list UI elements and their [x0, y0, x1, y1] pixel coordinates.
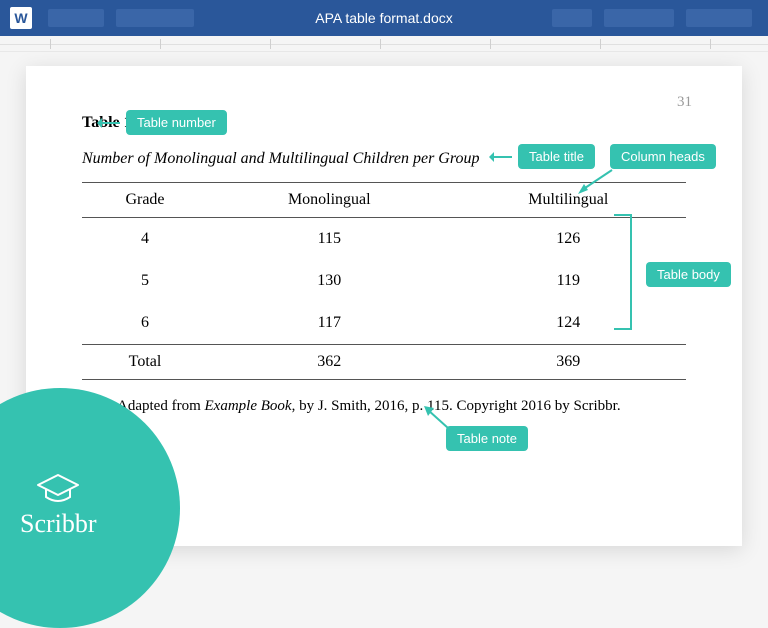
- arrow-icon: [578, 170, 608, 190]
- annotation-table-body: Table body: [646, 262, 731, 287]
- apa-table: Grade Monolingual Multilingual 4 115 126…: [82, 182, 686, 380]
- cell: 124: [451, 302, 686, 345]
- titlebar-button[interactable]: [116, 9, 194, 27]
- cell: 115: [208, 218, 451, 261]
- arrow-icon: [98, 122, 120, 124]
- ruler: [0, 36, 768, 52]
- document-filename: APA table format.docx: [315, 10, 452, 26]
- table-total-row: Total 362 369: [82, 345, 686, 380]
- titlebar-button[interactable]: [686, 9, 752, 27]
- brand-name: Scribbr: [20, 509, 97, 539]
- arrow-icon: [490, 156, 512, 158]
- cell: 130: [208, 260, 451, 302]
- page-number: 31: [677, 94, 692, 111]
- table-row: 5 130 119: [82, 260, 686, 302]
- cell: 362: [208, 345, 451, 380]
- table-row: 6 117 124: [82, 302, 686, 345]
- table-row: 4 115 126: [82, 218, 686, 261]
- word-titlebar: W APA table format.docx: [0, 0, 768, 36]
- cell: 126: [451, 218, 686, 261]
- note-book: Example Book: [205, 398, 292, 414]
- graduation-cap-icon: [36, 473, 80, 505]
- column-head: Grade: [82, 183, 208, 218]
- table-note: Note. Adapted from Example Book, by J. S…: [82, 398, 686, 415]
- titlebar-button[interactable]: [48, 9, 104, 27]
- annotation-column-heads: Column heads: [610, 144, 716, 169]
- column-head: Multilingual: [451, 183, 686, 218]
- table-title: Number of Monolingual and Multilingual C…: [82, 150, 686, 168]
- bracket-icon: [614, 214, 632, 330]
- arrow-icon: [424, 406, 454, 426]
- annotation-table-title: Table title: [518, 144, 595, 169]
- cell: 5: [82, 260, 208, 302]
- annotation-table-note: Table note: [446, 426, 528, 451]
- annotation-table-number: Table number: [126, 110, 227, 135]
- cell: 369: [451, 345, 686, 380]
- cell: Total: [82, 345, 208, 380]
- note-text: , by J. Smith, 2016, p. 115. Copyright 2…: [292, 398, 621, 414]
- cell: 6: [82, 302, 208, 345]
- column-head: Monolingual: [208, 183, 451, 218]
- word-icon: W: [10, 7, 32, 29]
- titlebar-button[interactable]: [552, 9, 592, 27]
- cell: 117: [208, 302, 451, 345]
- cell: 4: [82, 218, 208, 261]
- titlebar-button[interactable]: [604, 9, 674, 27]
